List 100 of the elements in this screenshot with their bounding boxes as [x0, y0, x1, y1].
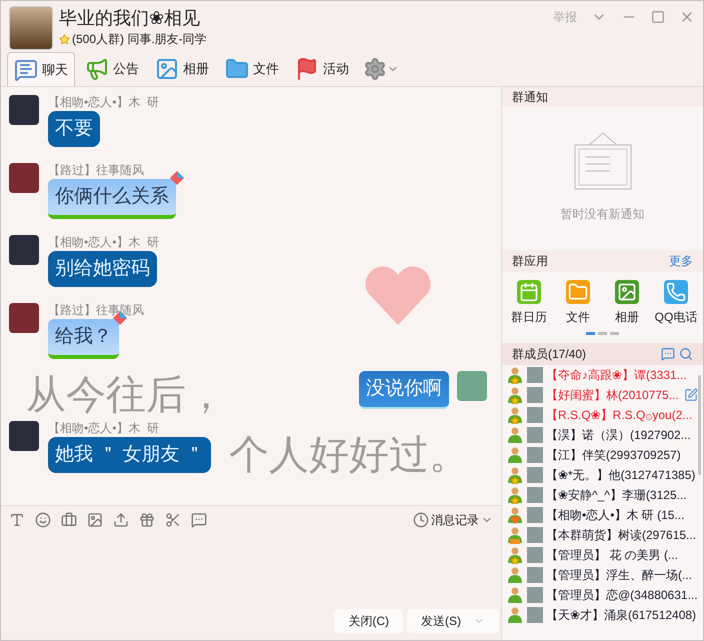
member-avatar	[527, 587, 543, 603]
member-role-icon	[506, 506, 524, 524]
wallpaper-text: 从今往后，	[26, 372, 226, 419]
member-row[interactable]: 【❀*无。】他(3127471385)	[502, 465, 698, 485]
folder-icon	[225, 57, 249, 81]
member-avatar	[527, 407, 543, 423]
gift-icon[interactable]	[139, 512, 155, 528]
member-role-icon	[506, 366, 524, 384]
chat-icon[interactable]	[661, 347, 675, 361]
picture-icon	[615, 280, 639, 304]
member-name: 【❀安静^_^】李珊(3125...	[546, 487, 687, 504]
member-name: 【管理员】恋@(34880631...	[546, 587, 698, 604]
member-name: 【夺命♪高跟❀】谭(3331...	[546, 367, 687, 384]
font-icon[interactable]	[9, 512, 25, 528]
message-bubble: 别给她密码	[48, 251, 157, 287]
window-title: 毕业的我们❀相见	[59, 7, 201, 30]
member-avatar	[527, 547, 543, 563]
member-name: 【本群萌货】树读(297615...	[546, 527, 696, 544]
scissors-icon[interactable]	[165, 512, 181, 528]
settings-icon[interactable]	[363, 57, 387, 81]
member-name: 【天❀才】涌泉(617512408)	[546, 607, 696, 624]
user-avatar	[9, 235, 39, 265]
member-row[interactable]: 【管理员】恋@(34880631...	[502, 585, 698, 605]
scrollbar[interactable]	[698, 375, 701, 475]
section-header: 群通知	[502, 87, 703, 107]
user-avatar	[9, 95, 39, 125]
member-avatar	[527, 367, 543, 383]
picture-icon	[155, 57, 179, 81]
member-avatar	[527, 447, 543, 463]
member-name: 【江】伴笑(2993709257)	[546, 447, 681, 464]
member-role-icon	[506, 546, 524, 564]
member-avatar	[527, 467, 543, 483]
notice-board-icon	[574, 131, 632, 191]
maximize-icon[interactable]	[651, 10, 665, 24]
user-avatar	[457, 371, 487, 401]
sender-name: 【路过】往事随风	[48, 163, 144, 177]
edit-icon[interactable]	[684, 388, 698, 402]
flag-icon	[295, 57, 319, 81]
tab[interactable]: 活动	[289, 52, 355, 86]
member-row[interactable]: 【好闺蜜】林(2010775...	[502, 385, 698, 405]
tab[interactable]: 相册	[149, 52, 215, 86]
emoji-icon[interactable]	[35, 512, 51, 528]
member-row[interactable]: 【管理员】 花 の美男 (...	[502, 545, 698, 565]
tab[interactable]: 文件	[219, 52, 285, 86]
user-avatar	[9, 163, 39, 193]
history-button[interactable]: 消息记录	[413, 510, 493, 528]
member-row[interactable]: 【天❀才】涌泉(617512408)	[502, 605, 698, 625]
member-role-icon	[506, 526, 524, 544]
wallpaper-text: 个人好好过。	[229, 432, 469, 479]
app-item[interactable]: 相册	[604, 280, 650, 326]
phone-icon	[664, 280, 688, 304]
star-icon	[59, 34, 70, 44]
member-row[interactable]: 【江】伴笑(2993709257)	[502, 445, 698, 465]
app-item[interactable]: QQ电话	[653, 280, 699, 326]
action-button[interactable]: 关闭(C)	[334, 609, 403, 633]
member-avatar	[527, 387, 543, 403]
tab[interactable]: 聊天	[7, 52, 75, 86]
upload-icon[interactable]	[113, 512, 129, 528]
megaphone-icon	[85, 57, 109, 81]
message-bubble: 不要	[48, 111, 100, 147]
sender-name: 【相吻•恋人•】木 研	[48, 235, 160, 249]
member-role-icon	[506, 426, 524, 444]
member-role-icon	[506, 446, 524, 464]
kite-icon	[170, 171, 184, 185]
user-avatar	[9, 303, 39, 333]
member-row[interactable]: 【❀安静^_^】李珊(3125...	[502, 485, 698, 505]
more-link[interactable]: 更多	[669, 250, 693, 272]
member-name: 【管理员】浮生、醉一场(...	[546, 567, 692, 584]
sender-name: 【相吻•恋人•】木 研	[48, 421, 160, 435]
member-name: 【管理员】 花 の美男 (...	[546, 547, 678, 564]
search-icon[interactable]	[679, 347, 693, 361]
app-item[interactable]: 文件	[555, 280, 601, 326]
app-item[interactable]: 群日历	[506, 280, 552, 326]
bag-icon[interactable]	[61, 512, 77, 528]
group-subtitle: (500人群) 同事.朋友-同学	[72, 31, 207, 48]
message-icon[interactable]	[191, 512, 207, 528]
member-role-icon	[506, 406, 524, 424]
member-row[interactable]: 【本群萌货】树读(297615...	[502, 525, 698, 545]
member-row[interactable]: 【相吻•恋人•】木 研 (15...	[502, 505, 698, 525]
picture-icon[interactable]	[87, 512, 103, 528]
member-row[interactable]: 【淏】诺（淏）(1927902...	[502, 425, 698, 445]
action-button[interactable]: 发送(S)	[407, 609, 499, 633]
member-name: 【❀*无。】他(3127471385)	[546, 467, 696, 484]
member-avatar	[527, 607, 543, 623]
member-row[interactable]: 【夺命♪高跟❀】谭(3331...	[502, 365, 698, 385]
member-role-icon	[506, 586, 524, 604]
member-role-icon	[506, 606, 524, 624]
member-row[interactable]: 【管理员】浮生、醉一场(...	[502, 565, 698, 585]
folder-icon	[566, 280, 590, 304]
member-role-icon	[506, 486, 524, 504]
clock-icon	[413, 512, 429, 528]
member-row[interactable]: 【R.S.Q❀】R.S.Q۞you(2...	[502, 405, 698, 425]
section-header: 群成员(17/40)	[512, 346, 586, 363]
member-avatar	[527, 567, 543, 583]
section-header: 群应用	[512, 253, 548, 270]
tab[interactable]: 公告	[79, 52, 145, 86]
member-name: 【淏】诺（淏）(1927902...	[546, 427, 691, 444]
member-role-icon	[506, 466, 524, 484]
calendar-icon	[517, 280, 541, 304]
empty-notice-text: 暂时没有新通知	[560, 206, 644, 223]
